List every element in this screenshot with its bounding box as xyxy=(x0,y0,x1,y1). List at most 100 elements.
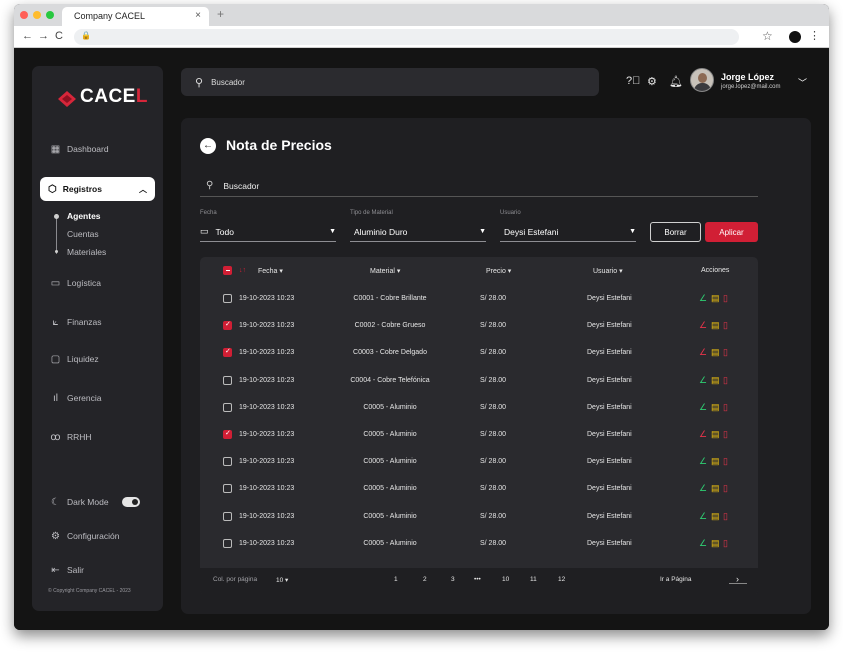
sidebar-item-rrhh[interactable]: ꝏ RRHH xyxy=(50,428,91,446)
rows-per-page-select[interactable]: 10 ▾ xyxy=(276,576,288,584)
row-checkbox[interactable] xyxy=(223,429,232,439)
sidebar-subitem-materiales[interactable]: Materiales xyxy=(67,247,106,257)
next-page-icon[interactable]: › xyxy=(736,574,739,584)
trash-icon[interactable]: ▯ xyxy=(723,347,732,358)
row-checkbox[interactable] xyxy=(223,484,232,494)
back-arrow-icon[interactable]: ← xyxy=(22,30,33,42)
sidebar-item-liquidez[interactable]: ▢ Liquidez xyxy=(50,350,99,368)
edit-icon[interactable]: ∠ xyxy=(699,538,708,549)
sidebar-item-salir[interactable]: ⇤ Salir xyxy=(50,561,84,579)
tab-close-icon[interactable]: × xyxy=(195,10,201,21)
trash-icon[interactable]: ▯ xyxy=(723,511,732,522)
filter-usuario-select[interactable]: Deysi Estefani ▼ xyxy=(500,222,636,242)
table-search-input[interactable]: ⚲ Buscador xyxy=(200,175,758,197)
trash-icon[interactable]: ▯ xyxy=(723,375,732,386)
table-row[interactable]: 19-10-2023 10:23 C0005 - Aluminio S/ 28.00… xyxy=(200,395,758,422)
settings-icon[interactable]: ⚙ xyxy=(647,75,657,88)
row-checkbox[interactable] xyxy=(223,375,232,385)
row-checkbox[interactable] xyxy=(223,347,232,358)
sidebar-item-gerencia[interactable]: ıl Gerencia xyxy=(50,389,102,407)
browser-tab[interactable]: Company CACEL × xyxy=(62,7,209,26)
back-button[interactable]: ← xyxy=(200,138,216,154)
sort-icon[interactable]: ↓↑ xyxy=(239,267,246,274)
row-checkbox[interactable] xyxy=(223,402,232,412)
document-icon[interactable]: ▤ xyxy=(711,347,720,358)
trash-icon[interactable]: ▯ xyxy=(723,402,732,413)
reload-icon[interactable]: C xyxy=(55,30,63,42)
edit-icon[interactable]: ∠ xyxy=(699,456,708,467)
document-icon[interactable]: ▤ xyxy=(711,293,720,304)
sidebar-item-configuracion[interactable]: ⚙ Configuración xyxy=(50,527,119,545)
sidebar-item-registros[interactable]: ⬡ Registros ︿ xyxy=(40,177,155,201)
sidebar-item-finanzas[interactable]: ⟀ Finanzas xyxy=(50,313,102,331)
table-row[interactable]: 19-10-2023 10:23 C0002 - Cobre Grueso S/ 2… xyxy=(200,313,758,340)
header-material[interactable]: Material ▾ xyxy=(370,267,400,275)
edit-icon[interactable]: ∠ xyxy=(699,347,708,358)
edit-icon[interactable]: ∠ xyxy=(699,320,708,331)
sidebar-item-logistica[interactable]: ▭ Logística xyxy=(50,274,101,292)
help-icon[interactable]: ?⃝ xyxy=(626,75,640,87)
page-1[interactable]: 1 xyxy=(394,576,398,583)
table-row[interactable]: 19-10-2023 10:23 C0005 - Aluminio S/ 28.00… xyxy=(200,422,758,449)
avatar[interactable] xyxy=(690,68,714,92)
row-checkbox[interactable] xyxy=(223,294,232,303)
top-search-input[interactable]: ⚲ Buscador xyxy=(181,68,599,96)
table-row[interactable]: 19-10-2023 10:23 C0005 - Aluminio S/ 28.00… xyxy=(200,449,758,476)
edit-icon[interactable]: ∠ xyxy=(699,293,708,304)
row-checkbox[interactable] xyxy=(223,320,232,331)
page-2[interactable]: 2 xyxy=(423,576,427,583)
new-tab-button[interactable]: + xyxy=(217,7,224,21)
header-fecha[interactable]: Fecha ▾ xyxy=(258,267,283,275)
trash-icon[interactable]: ▯ xyxy=(723,538,732,549)
row-checkbox[interactable] xyxy=(223,538,232,548)
edit-icon[interactable]: ∠ xyxy=(699,375,708,386)
sidebar-subitem-cuentas[interactable]: Cuentas xyxy=(67,229,99,239)
forward-arrow-icon[interactable]: → xyxy=(38,30,49,42)
document-icon[interactable]: ▤ xyxy=(711,538,720,549)
header-usuario[interactable]: Usuario ▾ xyxy=(593,267,623,275)
trash-icon[interactable]: ▯ xyxy=(723,293,732,304)
maximize-window-button[interactable] xyxy=(46,11,54,19)
trash-icon[interactable]: ▯ xyxy=(723,456,732,467)
trash-icon[interactable]: ▯ xyxy=(723,429,732,440)
edit-icon[interactable]: ∠ xyxy=(699,483,708,494)
document-icon[interactable]: ▤ xyxy=(711,456,720,467)
sidebar-item-dashboard[interactable]: ▦ Dashboard xyxy=(50,140,109,158)
document-icon[interactable]: ▤ xyxy=(711,511,720,522)
document-icon[interactable]: ▤ xyxy=(711,429,720,440)
row-checkbox[interactable] xyxy=(223,511,232,521)
clear-button[interactable]: Borrar xyxy=(650,222,701,242)
url-field[interactable]: 🔒 xyxy=(74,29,739,45)
document-icon[interactable]: ▤ xyxy=(711,402,720,413)
table-row[interactable]: 19-10-2023 10:23 C0004 - Cobre Telefónica… xyxy=(200,368,758,395)
document-icon[interactable]: ▤ xyxy=(711,320,720,331)
table-row[interactable]: 19-10-2023 10:23 C0005 - Aluminio S/ 28.00… xyxy=(200,531,758,558)
document-icon[interactable]: ▤ xyxy=(711,375,720,386)
apply-button[interactable]: Aplicar xyxy=(705,222,758,242)
browser-menu-icon[interactable]: ⋮ xyxy=(809,29,820,42)
edit-icon[interactable]: ∠ xyxy=(699,429,708,440)
sidebar-subitem-agentes[interactable]: Agentes xyxy=(67,211,101,221)
browser-profile-icon[interactable] xyxy=(789,31,801,43)
edit-icon[interactable]: ∠ xyxy=(699,511,708,522)
bookmark-star-icon[interactable]: ☆ xyxy=(762,29,773,43)
table-row[interactable]: 19-10-2023 10:23 C0003 - Cobre Delgado S/ … xyxy=(200,340,758,367)
trash-icon[interactable]: ▯ xyxy=(723,320,732,331)
table-row[interactable]: 19-10-2023 10:23 C0005 - Aluminio S/ 28.00… xyxy=(200,504,758,531)
bell-icon[interactable]: 🔔︎ xyxy=(669,75,683,88)
filter-fecha-select[interactable]: ▭ Todo ▼ xyxy=(200,222,336,242)
table-row[interactable]: 19-10-2023 10:23 C0001 - Cobre Brillante S… xyxy=(200,286,758,313)
row-checkbox[interactable] xyxy=(223,457,232,467)
close-window-button[interactable] xyxy=(20,11,28,19)
page-10[interactable]: 10 xyxy=(502,576,509,583)
trash-icon[interactable]: ▯ xyxy=(723,483,732,494)
chevron-down-icon[interactable]: ﹀ xyxy=(798,76,807,89)
page-11[interactable]: 11 xyxy=(530,576,537,583)
document-icon[interactable]: ▤ xyxy=(711,483,720,494)
table-row[interactable]: 19-10-2023 10:23 C0005 - Aluminio S/ 28.00… xyxy=(200,476,758,503)
header-precio[interactable]: Precio ▾ xyxy=(486,267,511,275)
filter-material-select[interactable]: Aluminio Duro ▼ xyxy=(350,222,486,242)
page-12[interactable]: 12 xyxy=(558,576,565,583)
minimize-window-button[interactable] xyxy=(33,11,41,19)
page-3[interactable]: 3 xyxy=(451,576,455,583)
